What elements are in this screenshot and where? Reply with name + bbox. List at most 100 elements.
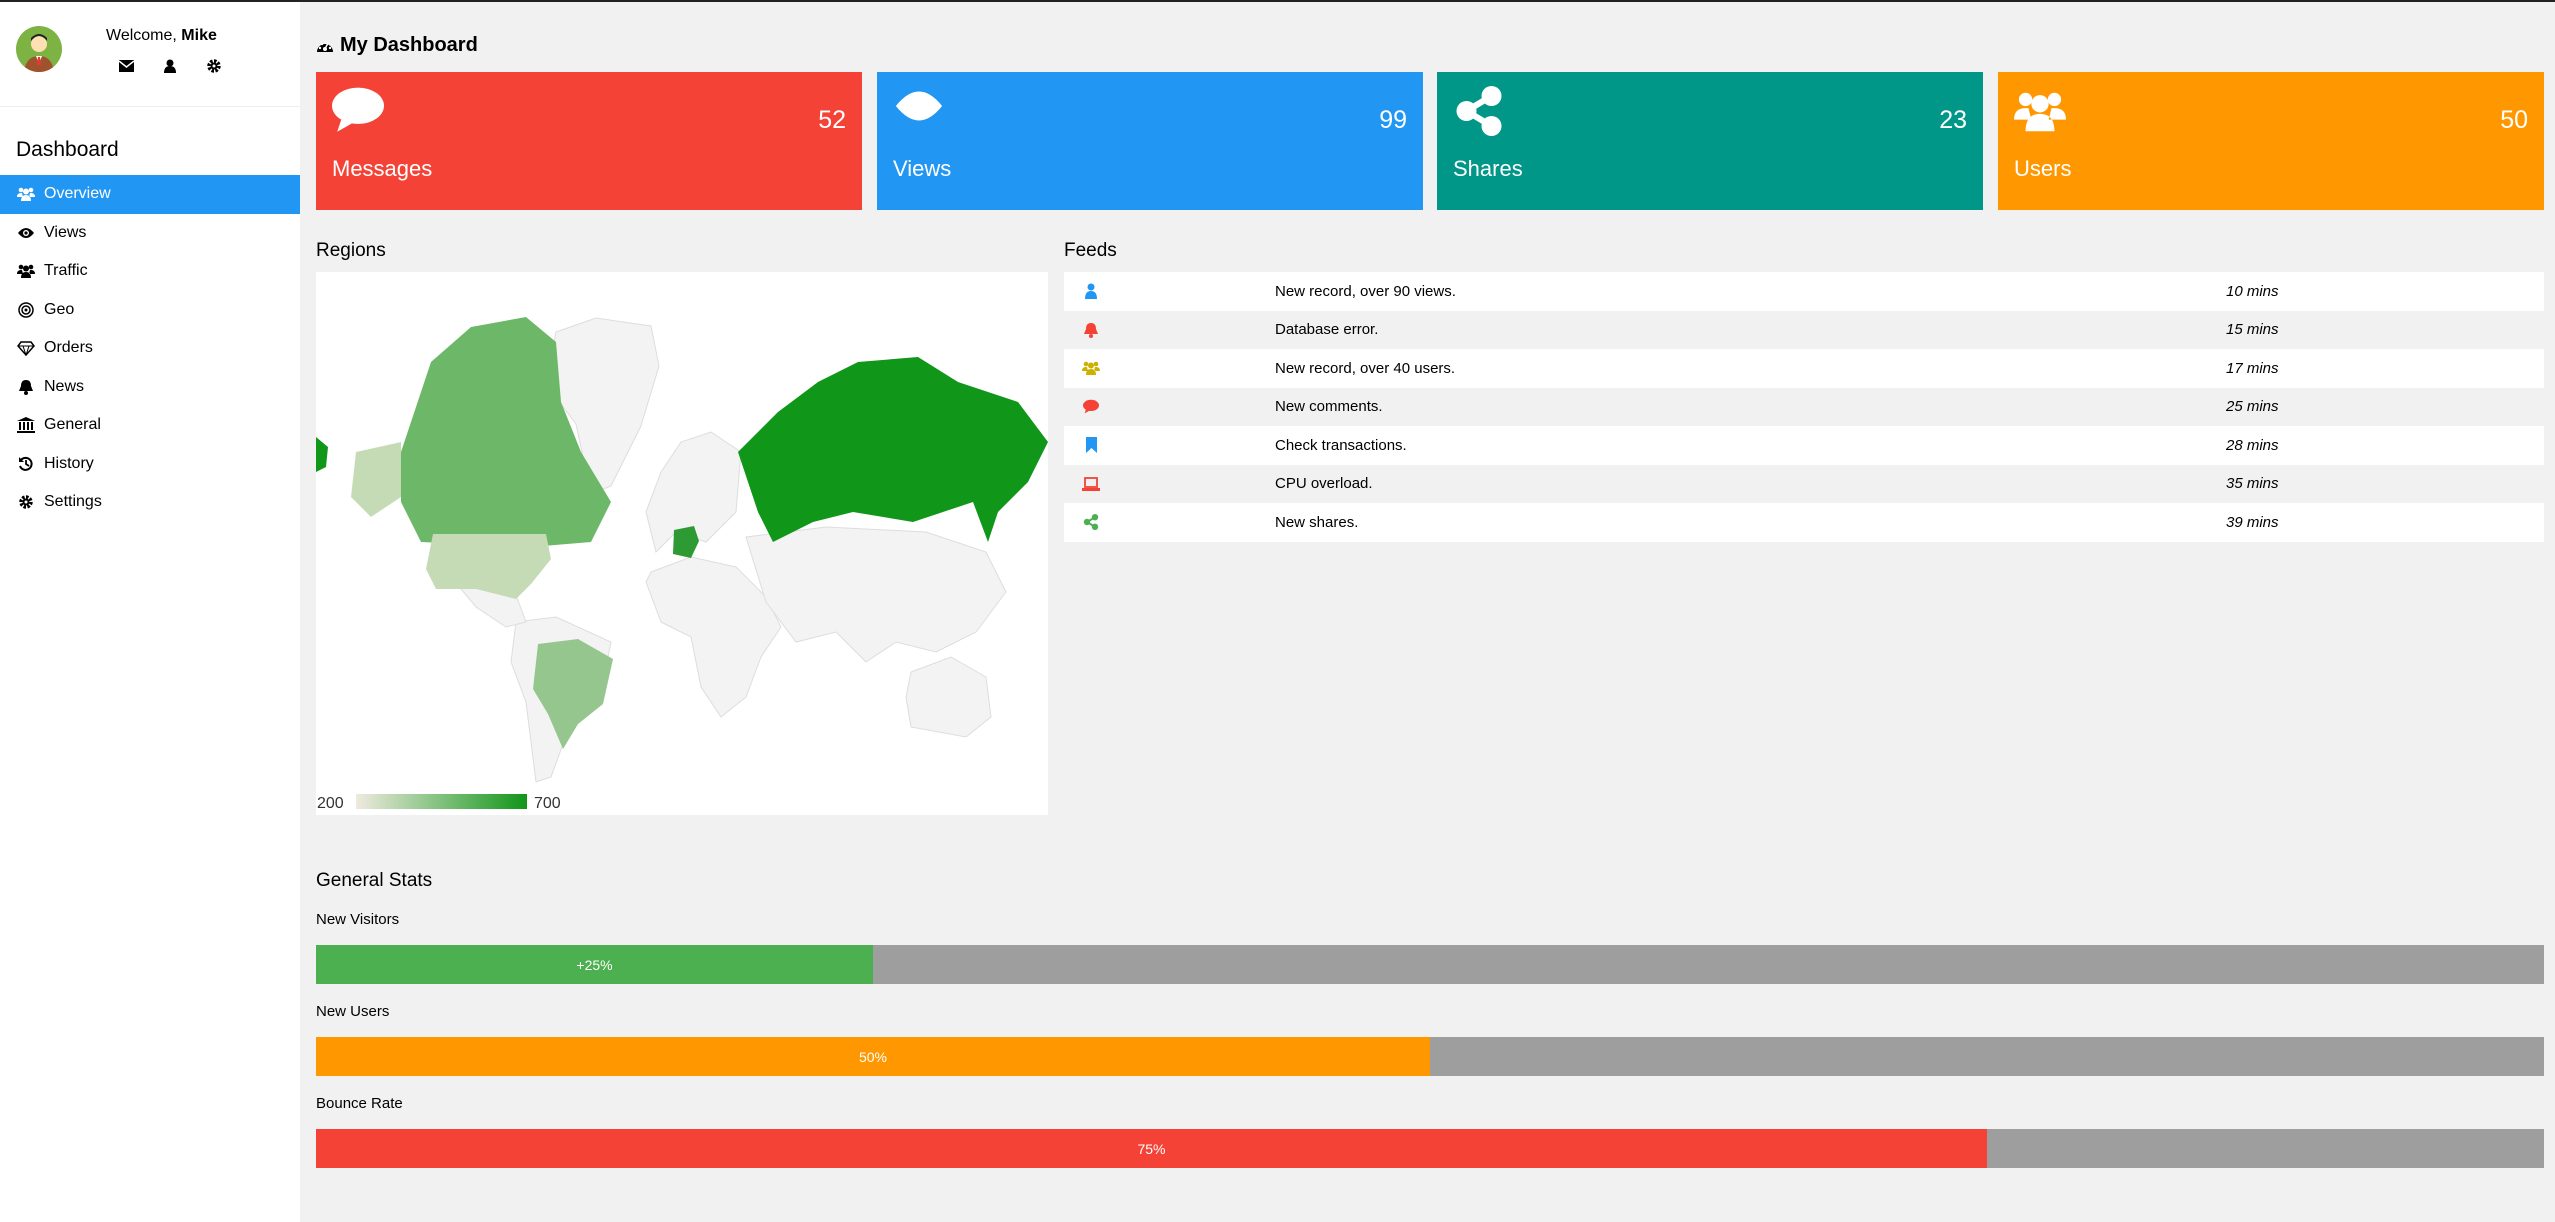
user-icon[interactable]: [162, 58, 178, 74]
australia: [905, 656, 992, 738]
progress-bar-new-users: 50%: [316, 1037, 2544, 1076]
feed-row[interactable]: Database error. 15 mins: [1064, 311, 2544, 350]
stat-label: New Users: [316, 1003, 390, 1020]
card-label: Views: [893, 156, 952, 181]
feed-time: 25 mins: [2226, 398, 2279, 416]
stat-card-shares[interactable]: 23 Shares: [1437, 72, 1983, 210]
feed-time: 15 mins: [2226, 321, 2279, 339]
asia: [745, 526, 1007, 663]
progress-fill: 75%: [316, 1129, 1987, 1168]
far-west-russia: [316, 437, 328, 472]
sidebar-item-orders[interactable]: Orders: [0, 329, 300, 368]
legend-max: 700: [534, 795, 561, 812]
feed-time: 39 mins: [2226, 513, 2279, 531]
feed-text: Check transactions.: [1275, 436, 1407, 454]
sidebar-item-label: Geo: [44, 300, 75, 318]
cog-icon[interactable]: [206, 58, 222, 74]
sidebar-item-views[interactable]: Views: [0, 214, 300, 253]
diamond-icon: [17, 340, 35, 356]
users-icon: [17, 186, 35, 202]
card-value: 50: [2500, 106, 2528, 134]
feed-time: 28 mins: [2226, 436, 2279, 454]
france: [673, 526, 699, 558]
bell-icon: [17, 379, 35, 395]
sidebar-item-label: Overview: [44, 185, 111, 203]
usa: [426, 534, 551, 599]
russia: [738, 357, 1048, 542]
feeds-table: New record, over 90 views. 10 mins Databas…: [1064, 272, 2544, 542]
legend-min: 200: [317, 795, 344, 812]
sidebar-item-geo[interactable]: Geo: [0, 291, 300, 330]
sidebar-item-label: Orders: [44, 339, 93, 357]
feed-text: New shares.: [1275, 513, 1359, 531]
sidebar-item-label: General: [44, 416, 101, 434]
sidebar-item-news[interactable]: News: [0, 368, 300, 407]
stat-label: New Visitors: [316, 911, 400, 928]
sidebar-item-general[interactable]: General: [0, 406, 300, 445]
feed-row[interactable]: New comments. 25 mins: [1064, 388, 2544, 427]
card-value: 23: [1939, 106, 1967, 134]
stat-label: Bounce Rate: [316, 1095, 403, 1112]
comment-icon: [332, 86, 384, 136]
card-label: Messages: [332, 156, 433, 181]
feed-row[interactable]: Check transactions. 28 mins: [1064, 426, 2544, 465]
user-name: Mike: [181, 27, 217, 44]
sidebar-item-traffic[interactable]: Traffic: [0, 252, 300, 291]
progress-bar-new-visitors: +25%: [316, 945, 2544, 984]
regions-map[interactable]: 200 700: [316, 272, 1048, 815]
feeds-heading: Feeds: [1064, 240, 1117, 261]
stat-card-views[interactable]: 99 Views: [877, 72, 1423, 210]
page-title-text: My Dashboard: [340, 34, 478, 56]
bookmark-icon: [1082, 436, 1100, 454]
sidebar-item-history[interactable]: History: [0, 445, 300, 484]
bell-icon: [1082, 321, 1100, 339]
users-icon: [17, 263, 35, 279]
sidebar-item-label: Views: [44, 223, 87, 241]
share-icon: [1082, 513, 1100, 531]
stat-card-messages[interactable]: 52 Messages: [316, 72, 862, 210]
sidebar-item-overview[interactable]: Overview: [0, 175, 300, 214]
divider: [0, 106, 300, 107]
sidebar-item-label: Traffic: [44, 262, 88, 280]
progress-bar-bounce-rate: 75%: [316, 1129, 2544, 1168]
card-value: 99: [1379, 106, 1407, 134]
share-icon: [1453, 86, 1505, 136]
laptop-icon: [1082, 475, 1100, 493]
cog-icon: [17, 494, 35, 510]
envelope-icon[interactable]: [118, 58, 134, 74]
progress-fill: +25%: [316, 945, 873, 984]
users-icon: [1082, 359, 1100, 377]
sidebar-item-settings[interactable]: Settings: [0, 483, 300, 522]
feed-text: Database error.: [1275, 321, 1379, 339]
progress-fill: 50%: [316, 1037, 1430, 1076]
feed-text: CPU overload.: [1275, 475, 1373, 493]
alaska: [351, 442, 401, 517]
comment-icon: [1082, 398, 1100, 416]
welcome-text: Welcome, Mike: [106, 27, 217, 45]
dashboard-icon: [317, 42, 333, 52]
sidebar: Welcome, Mike Dashboard Overview Views Tra…: [0, 2, 300, 1222]
sidebar-item-label: News: [44, 377, 85, 395]
sidebar-item-label: Settings: [44, 493, 102, 511]
feed-row[interactable]: New shares. 39 mins: [1064, 503, 2544, 542]
user-icon: [1082, 282, 1100, 300]
feed-time: 17 mins: [2226, 359, 2279, 377]
history-icon: [17, 456, 35, 472]
bullseye-icon: [17, 302, 35, 318]
feed-row[interactable]: New record, over 90 views. 10 mins: [1064, 272, 2544, 311]
welcome-label: Welcome,: [106, 27, 177, 44]
regions-heading: Regions: [316, 240, 386, 261]
feed-row[interactable]: New record, over 40 users. 17 mins: [1064, 349, 2544, 388]
sidebar-title: Dashboard: [16, 138, 119, 161]
stat-card-users[interactable]: 50 Users: [1998, 72, 2544, 210]
feed-row[interactable]: CPU overload. 35 mins: [1064, 465, 2544, 504]
feed-time: 10 mins: [2226, 282, 2279, 300]
avatar: [16, 26, 62, 72]
feed-text: New record, over 90 views.: [1275, 282, 1456, 300]
users-icon: [2014, 86, 2066, 136]
sidebar-item-label: History: [44, 454, 94, 472]
legend-gradient: [356, 794, 527, 809]
feed-time: 35 mins: [2226, 475, 2279, 493]
eye-icon: [893, 86, 945, 136]
feed-text: New record, over 40 users.: [1275, 359, 1456, 377]
